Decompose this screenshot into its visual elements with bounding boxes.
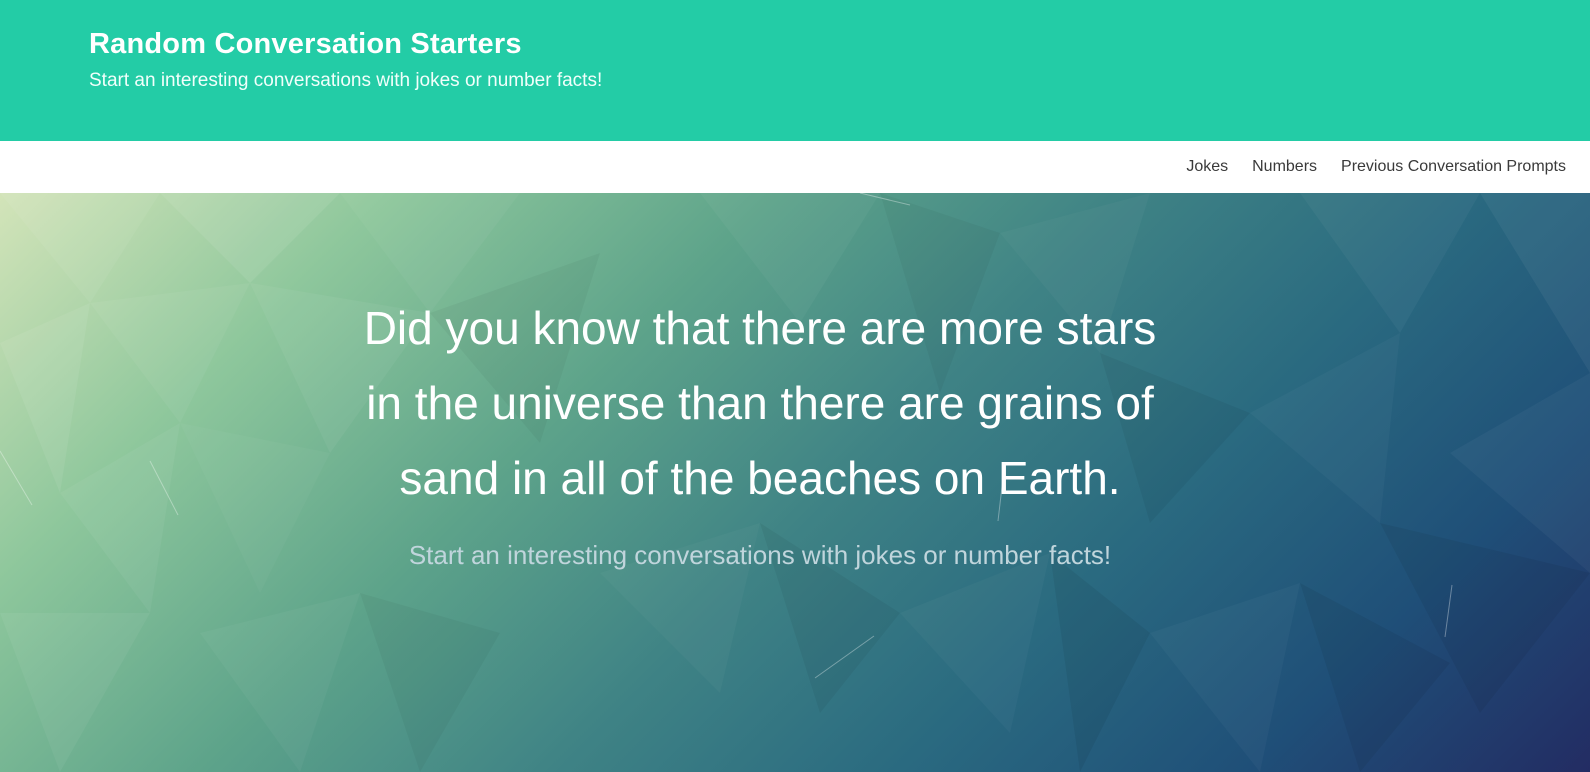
site-tagline: Start an interesting conversations with …: [89, 70, 603, 91]
nav-list: Jokes Numbers Previous Conversation Prom…: [1174, 141, 1578, 193]
hero-headline: Did you know that there are more stars i…: [363, 302, 1157, 504]
nav-link-numbers[interactable]: Numbers: [1240, 158, 1329, 176]
hero-banner: Did you know that there are more stars i…: [0, 193, 1590, 772]
nav-item-jokes: Jokes: [1174, 158, 1240, 176]
nav-item-numbers: Numbers: [1240, 158, 1329, 176]
nav-link-jokes[interactable]: Jokes: [1174, 158, 1240, 176]
site-header: Random Conversation Starters Start an in…: [0, 0, 1590, 141]
nav-link-previous-prompts[interactable]: Previous Conversation Prompts: [1329, 158, 1578, 176]
nav-item-previous-prompts: Previous Conversation Prompts: [1329, 158, 1578, 176]
hero-subline: Start an interesting conversations with …: [408, 540, 1112, 570]
hero-content: Did you know that there are more stars i…: [345, 291, 1175, 571]
top-nav: Jokes Numbers Previous Conversation Prom…: [0, 141, 1590, 193]
site-title: Random Conversation Starters: [89, 28, 522, 60]
